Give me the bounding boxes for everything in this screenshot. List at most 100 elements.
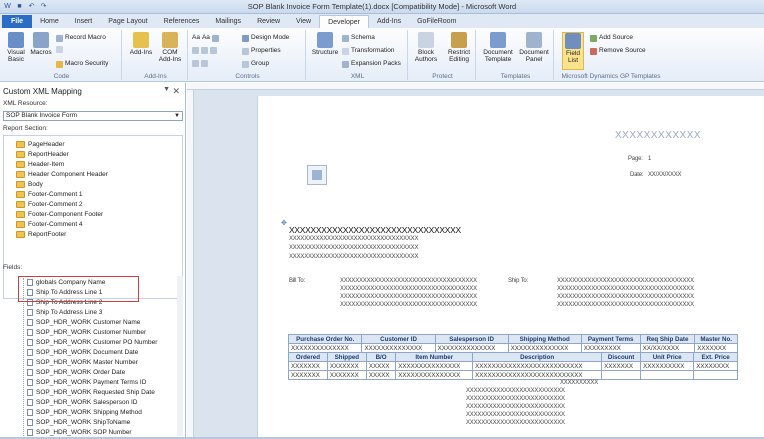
tab-review[interactable]: Review — [249, 15, 288, 28]
field-item[interactable]: SOP_HDR_WORK Customer Name — [27, 319, 140, 326]
vertical-ruler[interactable] — [187, 90, 194, 439]
header-placeholder[interactable]: XXXXXXXXXXXX — [615, 130, 701, 141]
document-panel-button[interactable]: Document Panel — [516, 32, 552, 63]
description-line[interactable]: XXXXXXXXXXXXXXXXXXXXXXXXXX — [466, 412, 565, 418]
company-line[interactable]: XXXXXXXXXXXXXXXXXXXXXXXXXXXXXXXXXX — [289, 254, 418, 260]
section-item[interactable]: Footer-Comment 1 — [16, 191, 83, 198]
pane-options-icon[interactable]: ▼ — [163, 86, 170, 93]
table-cell[interactable] — [693, 370, 738, 380]
record-macro-button[interactable]: Record Macro — [56, 34, 106, 42]
field-item[interactable]: SOP_HDR_WORK Order Date — [27, 369, 125, 376]
table-cell[interactable]: XXXXX — [365, 370, 397, 380]
description-line[interactable]: XXXXXXXXXX — [560, 380, 598, 386]
tab-view[interactable]: View — [288, 15, 319, 28]
expansion-packs-button[interactable]: Expansion Packs — [342, 60, 401, 68]
section-item[interactable]: Footer-Comment 2 — [16, 201, 83, 208]
ship-to-line[interactable]: XXXXXXXXXXXXXXXXXXXXXXXXXXXXXXXXXXXX — [557, 278, 694, 284]
tab-home[interactable]: Home — [32, 15, 67, 28]
controls-row-3[interactable] — [192, 60, 208, 67]
design-mode-button[interactable]: Design Mode — [242, 34, 289, 42]
table-cell[interactable]: XXXXXXX — [288, 370, 328, 380]
field-list-button[interactable]: Field List — [562, 32, 584, 70]
block-authors-button[interactable]: Block Authors — [412, 32, 440, 63]
section-item[interactable]: PageHeader — [16, 141, 65, 148]
fields-scrollbar[interactable] — [177, 276, 183, 436]
description-line[interactable]: XXXXXXXXXXXXXXXXXXXXXXXXXX — [466, 396, 565, 402]
section-item[interactable]: Body — [16, 181, 43, 188]
document-template-button[interactable]: Document Template — [480, 32, 516, 63]
schema-button[interactable]: Schema — [342, 34, 375, 42]
date-value[interactable]: XX/XX/XXXX — [648, 172, 682, 178]
field-item[interactable]: Ship To Address Line 3 — [27, 309, 102, 316]
horizontal-ruler[interactable] — [187, 83, 764, 90]
tab-page-layout[interactable]: Page Layout — [100, 15, 155, 28]
table-cell[interactable]: XXXXXXXXXXXXXXX — [395, 361, 474, 371]
field-item[interactable]: SOP_HDR_WORK Master Number — [27, 359, 138, 366]
table-cell[interactable] — [640, 370, 695, 380]
close-icon[interactable]: ✕ — [172, 86, 180, 97]
field-item[interactable]: SOP_HDR_WORK Salesperson ID — [27, 399, 138, 406]
field-item[interactable]: SOP_HDR_WORK Payment Terms ID — [27, 379, 146, 386]
section-item[interactable]: Footer-Component Footer — [16, 211, 103, 218]
tab-insert[interactable]: Insert — [67, 15, 101, 28]
field-item[interactable]: SOP_HDR_WORK Customer Number — [27, 329, 146, 336]
bill-to-line[interactable]: XXXXXXXXXXXXXXXXXXXXXXXXXXXXXXXXXXXX — [340, 278, 477, 284]
section-item[interactable]: Header Component Header — [16, 171, 108, 178]
field-item[interactable]: SOP_HDR_WORK SOP Number — [27, 429, 132, 436]
xml-resource-dropdown[interactable]: SOP Blank Invoice Form ▼ — [3, 111, 183, 121]
tab-mailings[interactable]: Mailings — [207, 15, 249, 28]
remove-source-button[interactable]: Remove Source — [590, 47, 646, 55]
tab-add-ins[interactable]: Add-Ins — [369, 15, 409, 28]
macro-security-button[interactable]: Macro Security — [56, 60, 108, 68]
visual-basic-button[interactable]: Visual Basic — [4, 32, 28, 63]
table-cell[interactable]: XXXXXXXX — [693, 361, 738, 371]
table-cell[interactable]: XXXXXXX — [326, 370, 367, 380]
tab-developer[interactable]: Developer — [319, 15, 369, 28]
section-item[interactable]: Header-Item — [16, 161, 64, 168]
description-line[interactable]: XXXXXXXXXXXXXXXXXXXXXXXXXX — [466, 420, 565, 426]
controls-row-1[interactable]: Aa Aa — [192, 34, 219, 42]
table-cell[interactable]: XXXXXXXXXXXXXXXXXXXXXXXXXX — [472, 361, 603, 371]
macros-button[interactable]: Macros — [30, 32, 52, 56]
add-source-button[interactable]: Add Source — [590, 34, 633, 42]
table-cell[interactable]: XXXXX — [365, 361, 397, 371]
controls-row-2[interactable] — [192, 47, 217, 54]
table-cell[interactable]: XXXXXXXXXXXXXXXXXXXXXXXXXX — [472, 370, 603, 380]
description-line[interactable]: XXXXXXXXXXXXXXXXXXXXXXXXXX — [466, 404, 565, 410]
field-item[interactable]: SOP_HDR_WORK Requested Ship Date — [27, 389, 155, 396]
description-line[interactable]: XXXXXXXXXXXXXXXXXXXXXXXXXX — [466, 388, 565, 394]
field-item[interactable]: SOP_HDR_WORK Shipping Method — [27, 409, 142, 416]
field-item[interactable]: SOP_HDR_WORK ShipToName — [27, 419, 130, 426]
table-cell[interactable]: XXXXXXX — [601, 361, 642, 371]
tab-references[interactable]: References — [156, 15, 208, 28]
bill-to-line[interactable]: XXXXXXXXXXXXXXXXXXXXXXXXXXXXXXXXXXXX — [340, 286, 477, 292]
section-item[interactable]: Footer-Comment 4 — [16, 221, 83, 228]
logo-placeholder-icon[interactable] — [307, 165, 327, 185]
section-item[interactable]: ReportHeader — [16, 151, 69, 158]
tab-file[interactable]: File — [2, 15, 33, 28]
transformation-button[interactable]: Transformation — [342, 47, 394, 55]
pause-recording-button[interactable] — [56, 46, 65, 53]
company-name-field[interactable]: XXXXXXXXXXXXXXXXXXXXXXXXXXXXXXXX — [289, 225, 461, 235]
table-cell[interactable]: XXXXXXX — [288, 361, 328, 371]
page-value[interactable]: 1 — [648, 156, 651, 162]
ship-to-line[interactable]: XXXXXXXXXXXXXXXXXXXXXXXXXXXXXXXXXXXX — [557, 286, 694, 292]
ship-to-line[interactable]: XXXXXXXXXXXXXXXXXXXXXXXXXXXXXXXXXXXX — [557, 294, 694, 300]
com-add-ins-button[interactable]: COM Add-Ins — [156, 32, 184, 63]
field-item[interactable]: SOP_HDR_WORK Customer PO Number — [27, 339, 157, 346]
bill-to-line[interactable]: XXXXXXXXXXXXXXXXXXXXXXXXXXXXXXXXXXXX — [340, 294, 477, 300]
company-line[interactable]: XXXXXXXXXXXXXXXXXXXXXXXXXXXXXXXXXX — [289, 236, 418, 242]
bill-to-line[interactable]: XXXXXXXXXXXXXXXXXXXXXXXXXXXXXXXXXXXX — [340, 302, 477, 308]
tab-gofileroom[interactable]: GoFileRoom — [409, 15, 464, 28]
table-cell[interactable]: XXXXXXXXXX — [640, 361, 695, 371]
group-button[interactable]: Group — [242, 60, 269, 68]
restrict-editing-button[interactable]: Restrict Editing — [444, 32, 474, 63]
structure-button[interactable]: Structure — [310, 32, 340, 56]
table-cell[interactable]: XXXXXXX — [326, 361, 367, 371]
company-line[interactable]: XXXXXXXXXXXXXXXXXXXXXXXXXXXXXXXXXX — [289, 245, 418, 251]
table-cell[interactable] — [601, 370, 642, 380]
section-item[interactable]: ReportFooter — [16, 231, 66, 238]
table-cell[interactable]: XXXXXXXXXXXXXXX — [395, 370, 474, 380]
properties-button[interactable]: Properties — [242, 47, 281, 55]
add-ins-button[interactable]: Add-Ins — [128, 32, 154, 56]
